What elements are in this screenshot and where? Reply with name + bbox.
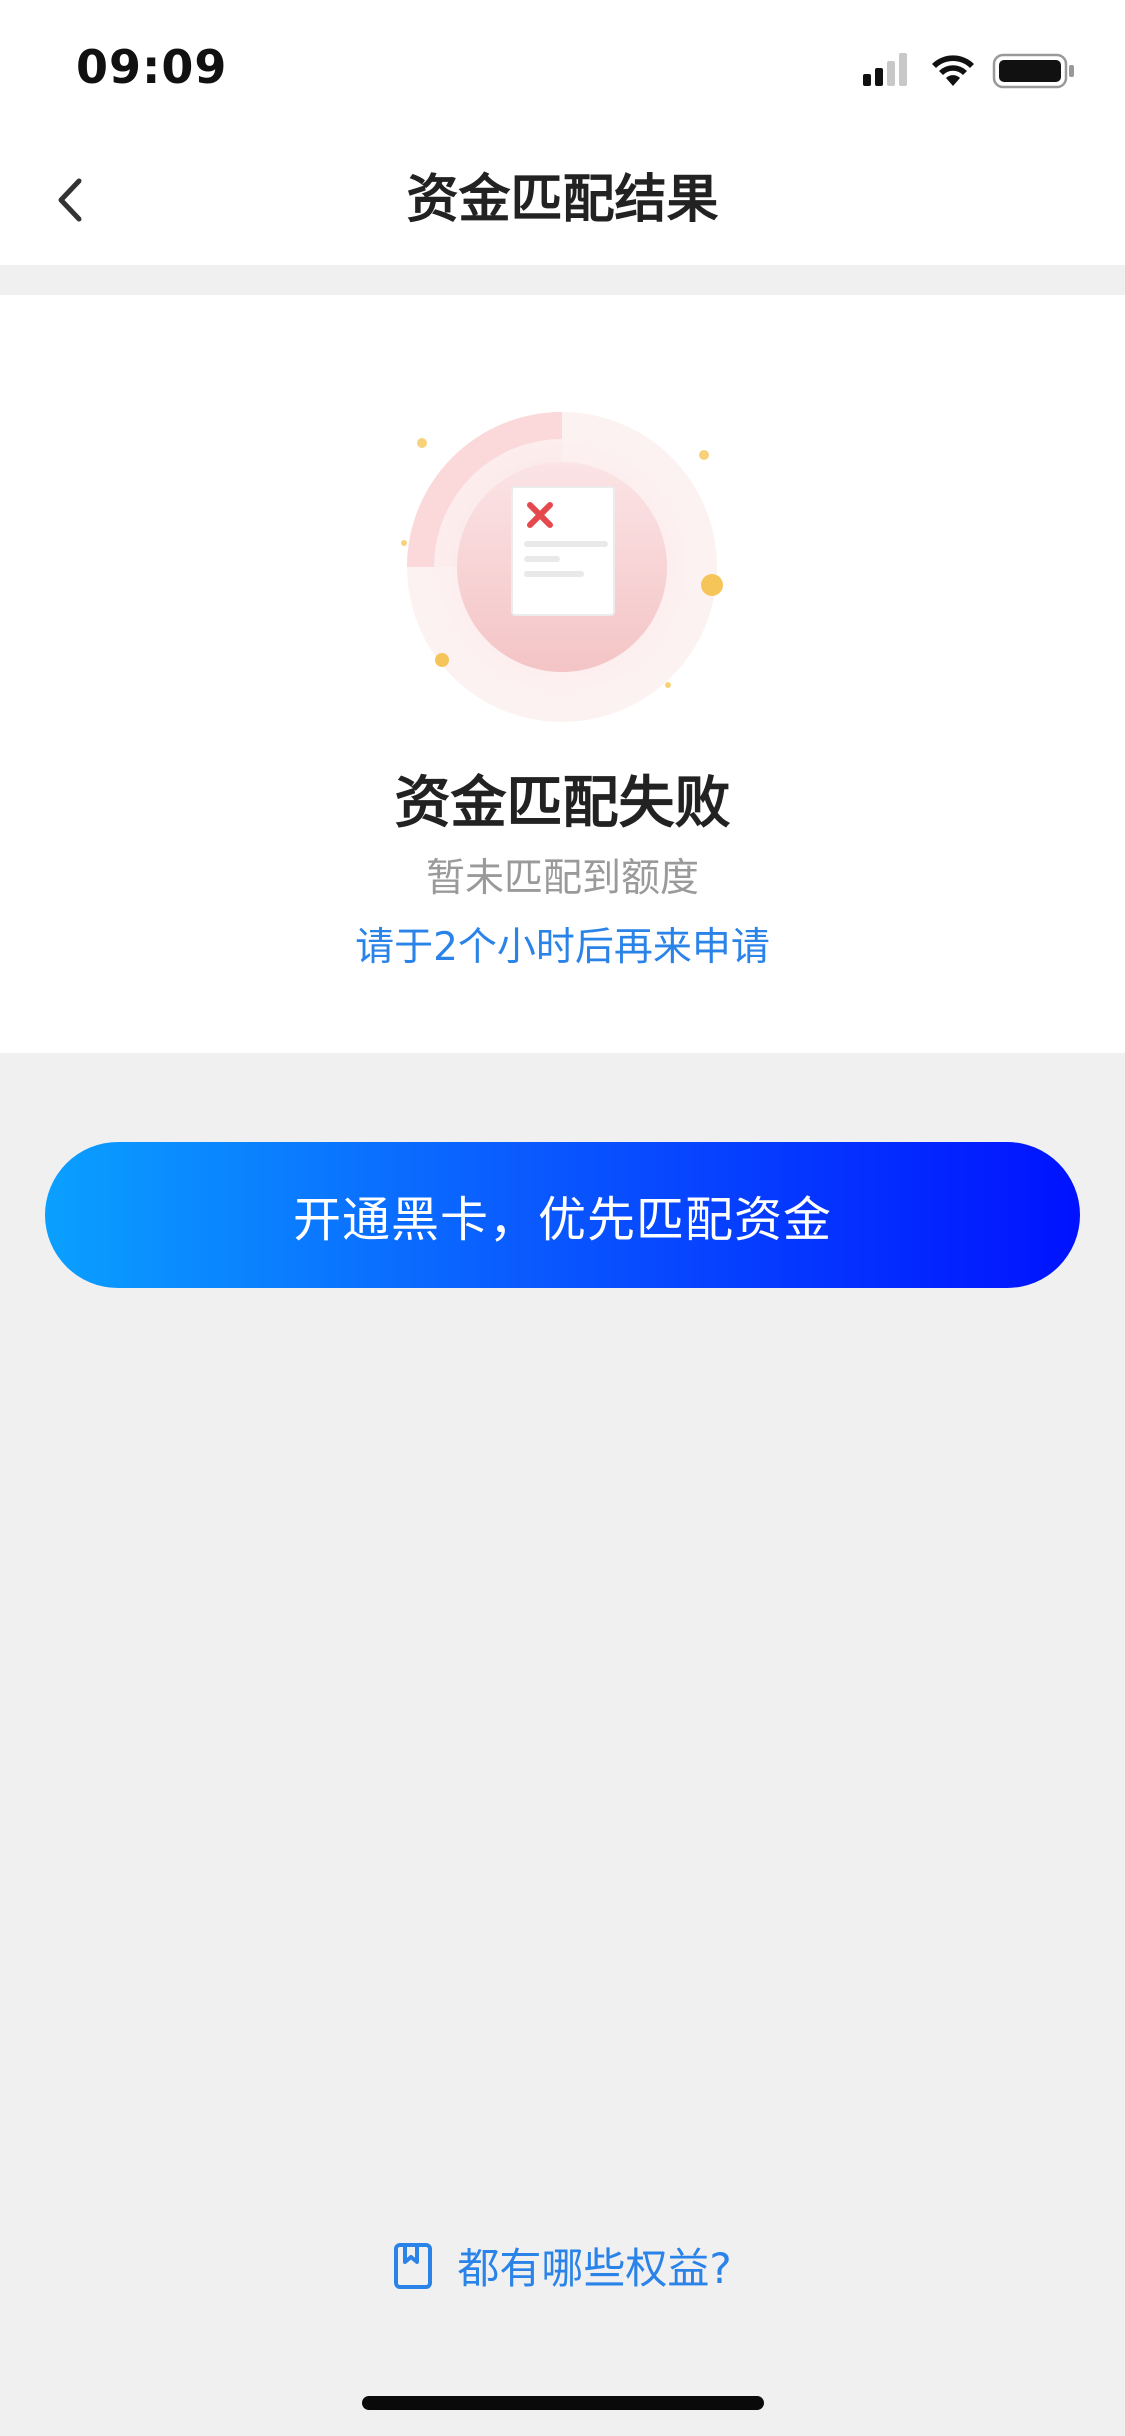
status-time: 09:09 [76, 40, 228, 94]
nav-bar: 资金匹配结果 [0, 135, 1125, 265]
benefits-label: 都有哪些权益? [457, 2244, 732, 2293]
status-icons [863, 50, 1083, 90]
screen: 09:09 资金匹配结果 资金匹配失败 暂未匹配到额度 请于2个小时后再来申请 … [0, 0, 1125, 2436]
benefits-link[interactable]: 都有哪些权益? [0, 2235, 1125, 2296]
result-card: 资金匹配失败 暂未匹配到额度 请于2个小时后再来申请 [0, 295, 1125, 1053]
battery-icon [992, 53, 1074, 89]
status-bar: 09:09 [0, 0, 1125, 135]
result-title: 资金匹配失败 [394, 771, 731, 836]
wifi-icon [932, 55, 974, 86]
page-title: 资金匹配结果 [406, 170, 719, 230]
result-subtitle: 暂未匹配到额度 [425, 856, 699, 901]
home-indicator[interactable] [362, 2396, 764, 2410]
result-hint: 请于2个小时后再来申请 [355, 925, 770, 970]
signal-icon [863, 53, 907, 86]
failed-document-icon [401, 412, 723, 722]
open-black-card-button[interactable]: 开通黑卡，优先匹配资金 [45, 1142, 1080, 1288]
book-icon [394, 2242, 433, 2289]
